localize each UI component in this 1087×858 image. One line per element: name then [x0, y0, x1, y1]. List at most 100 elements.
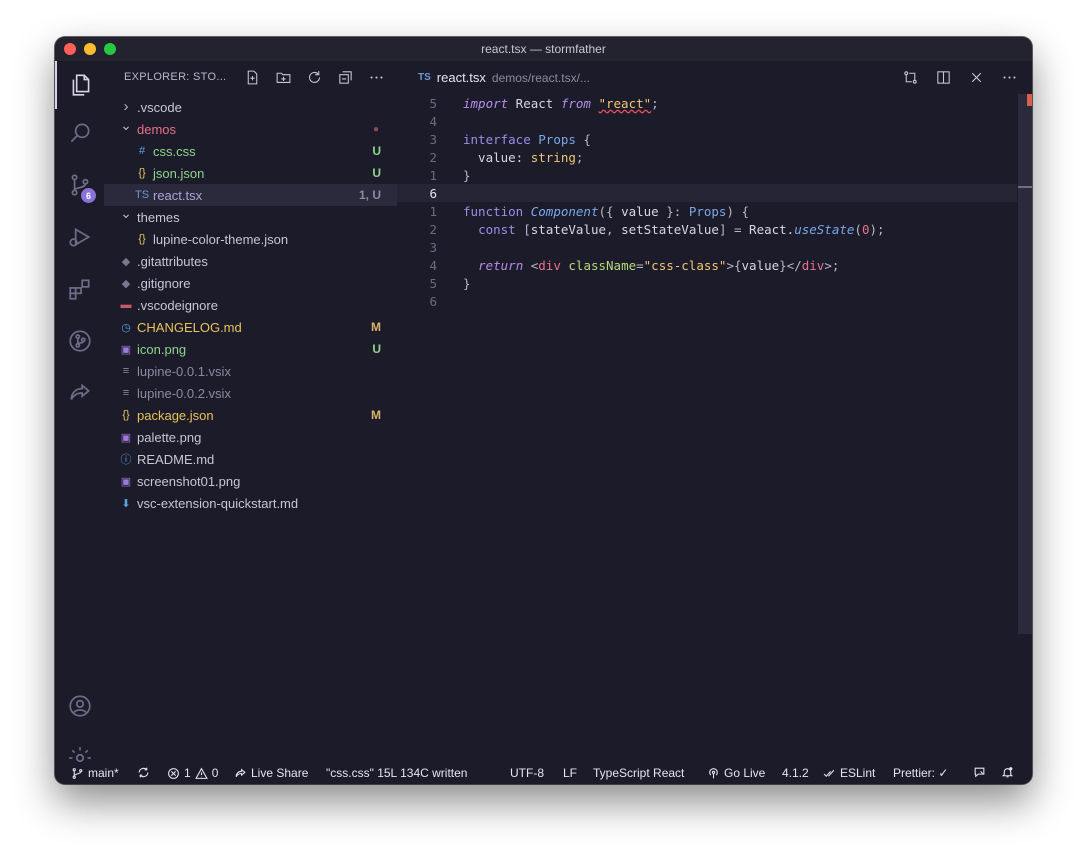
code-token: Props [538, 131, 576, 147]
tree-item-label: icon.png [137, 341, 187, 357]
tree-file[interactable]: ⬇ vsc-extension-quickstart.md [104, 492, 397, 514]
tree-item-label: .gitattributes [137, 253, 208, 269]
status-live-share[interactable]: Live Share [234, 766, 308, 780]
status-go-live[interactable]: Go Live [707, 766, 765, 780]
code-token: React [508, 95, 561, 111]
activity-git-graph[interactable] [55, 317, 104, 365]
status-eslint[interactable]: ESLint [823, 766, 875, 780]
status-prettier[interactable]: Prettier: ✓ [893, 766, 948, 780]
code-line[interactable]: 2 value: string; [397, 148, 1017, 166]
code-line[interactable]: 6 [397, 184, 1017, 202]
tree-file[interactable]: ◆ .gitignore [104, 272, 397, 294]
code-token: }</ [779, 257, 802, 273]
activity-accounts[interactable] [55, 682, 104, 730]
braces-icon: {} [122, 409, 130, 421]
editor-scrollbar[interactable] [1018, 94, 1032, 634]
status-encoding[interactable]: UTF-8 [510, 766, 544, 780]
activity-extensions[interactable] [55, 265, 104, 313]
tree-file[interactable]: ▣ screenshot01.png [104, 470, 397, 492]
status-problems[interactable]: 1 0 [167, 766, 218, 780]
tree-folder[interactable]: ⌄ demos ● [104, 117, 397, 140]
code-token: value: [463, 149, 531, 165]
code-line[interactable]: 3 [397, 238, 1017, 256]
live-share-icon [69, 383, 90, 400]
editor-actions [902, 69, 1018, 86]
lines-icon: ≡ [122, 387, 130, 399]
chevron-right-icon: › [123, 97, 129, 115]
collapse-all-icon[interactable] [337, 69, 354, 86]
tree-item-label: .gitignore [137, 275, 191, 291]
code-line[interactable]: 2 const [stateValue, setStateValue] = Re… [397, 220, 1017, 238]
tree-file[interactable]: TS react.tsx 1, U [104, 184, 397, 206]
close-window-button[interactable] [64, 43, 76, 55]
git-status-badge: 1, U [358, 188, 381, 202]
tree-file[interactable]: ≡ lupine-0.0.1.vsix [104, 360, 397, 382]
close-icon[interactable] [968, 69, 985, 86]
tree-file[interactable]: {} lupine-color-theme.json [104, 228, 397, 250]
split-editor-icon[interactable] [935, 69, 952, 86]
tree-file[interactable]: ≡ lupine-0.0.2.vsix [104, 382, 397, 404]
status-notifications[interactable] [1001, 766, 1014, 779]
new-folder-icon[interactable] [275, 69, 292, 86]
maximize-window-button[interactable] [104, 43, 116, 55]
more-icon[interactable] [1001, 69, 1018, 86]
status-branch[interactable]: main* [71, 766, 119, 780]
code-token: ({ [598, 203, 622, 219]
tree-file[interactable]: {} json.json U [104, 162, 397, 184]
warning-icon [194, 767, 208, 779]
code-line[interactable]: 6 [397, 292, 1017, 310]
code-token: value [621, 203, 659, 219]
code-token: div [538, 257, 561, 273]
status-message-text: "css.css" 15L 134C written [326, 766, 468, 780]
tree-file[interactable]: ⓘ README.md [104, 448, 397, 470]
tree-file[interactable]: ◆ .gitattributes [104, 250, 397, 272]
clock-icon: ◷ [121, 321, 131, 334]
code-line[interactable]: 1 function Component({ value }: Props) { [397, 202, 1017, 220]
code-token: const [478, 221, 516, 237]
activity-source-control[interactable]: 6 [55, 161, 104, 209]
image-icon: ▣ [120, 431, 132, 444]
code-line[interactable]: 5 import React from "react"; [397, 94, 1017, 112]
code-line[interactable]: 4 [397, 112, 1017, 130]
activity-live-share[interactable] [55, 369, 104, 417]
status-language[interactable]: TypeScript React [593, 766, 684, 780]
code-text: } [463, 168, 471, 183]
tree-file[interactable]: ◷ CHANGELOG.md M [104, 316, 397, 338]
tree-file[interactable]: ▬ .vscodeignore [104, 294, 397, 316]
open-changes-icon[interactable] [902, 69, 919, 86]
code-token: = [636, 257, 644, 273]
tab-path: demos/react.tsx/... [491, 70, 590, 85]
tree-file[interactable]: ▣ palette.png [104, 426, 397, 448]
minimize-window-button[interactable] [84, 43, 96, 55]
status-sync[interactable] [137, 766, 150, 779]
status-ts-version[interactable]: 4.1.2 [782, 766, 809, 780]
activity-run-debug[interactable] [55, 213, 104, 261]
tree-file[interactable]: {} package.json M [104, 404, 397, 426]
tree-folder[interactable]: ⌄ themes [104, 204, 397, 228]
tab-react-tsx[interactable]: TS react.tsx demos/react.tsx/... [397, 70, 590, 85]
prettier-label: Prettier: ✓ [893, 766, 949, 780]
tree-folder[interactable]: › .vscode [104, 96, 397, 118]
status-eol[interactable]: LF [563, 766, 577, 780]
chevron-down-icon: ⌄ [120, 204, 132, 221]
code-line[interactable]: 5} [397, 274, 1017, 292]
activity-search[interactable] [55, 109, 104, 157]
eslint-label: ESLint [840, 766, 876, 780]
status-message: "css.css" 15L 134C written [326, 766, 467, 780]
status-feedback[interactable] [973, 766, 986, 779]
typescript-icon: TS [134, 189, 150, 201]
new-file-icon[interactable] [244, 69, 261, 86]
refresh-icon[interactable] [306, 69, 323, 86]
tree-file[interactable]: ▣ icon.png U [104, 338, 397, 360]
code-token: div [801, 257, 825, 273]
tree-file[interactable]: # css.css U [104, 140, 397, 162]
more-icon[interactable] [368, 69, 385, 86]
code-line[interactable]: 1} [397, 166, 1017, 184]
code-editor[interactable]: 5 import React from "react"; 4 3 interface P… [397, 94, 1017, 310]
code-line[interactable]: 3 interface Props { [397, 130, 1017, 148]
activity-explorer[interactable] [55, 61, 104, 109]
live-share-label: Live Share [251, 766, 309, 780]
code-line[interactable]: 4 return <div className="css-class">{val… [397, 256, 1017, 274]
